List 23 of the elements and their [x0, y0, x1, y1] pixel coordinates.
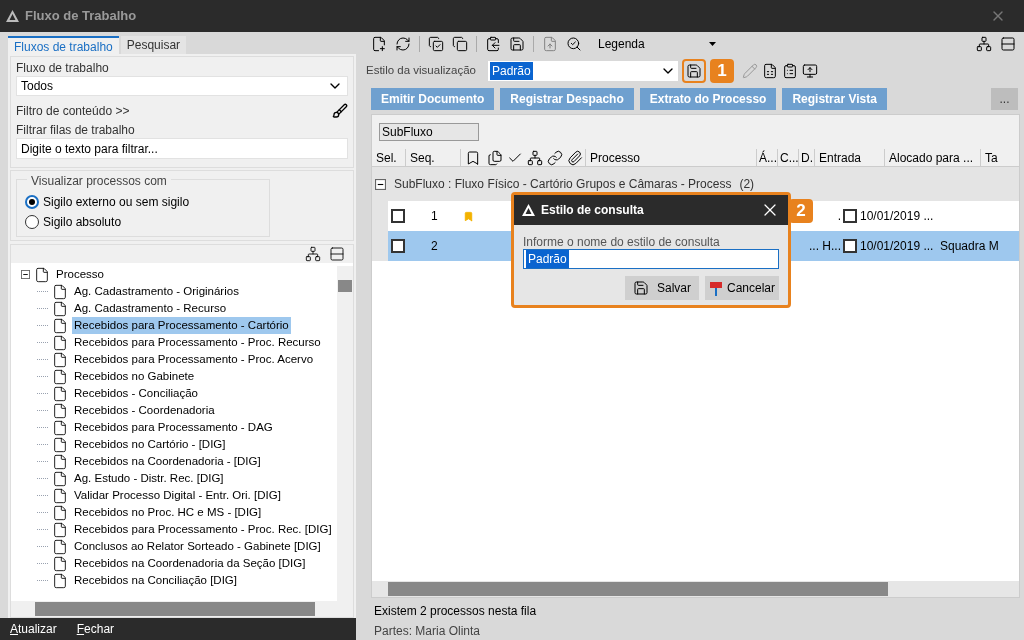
- status-text: Existem 2 processos nesta fila: [374, 603, 538, 620]
- table-cell-text: 2: [431, 238, 439, 255]
- table-cell-text: ... H...: [808, 238, 841, 255]
- table-cell-text: Squadra M: [940, 238, 999, 255]
- radio-label: Sigilo absoluto: [43, 214, 122, 231]
- table-cell-text: .: [836, 208, 841, 225]
- window-title: Fluxo de Trabalho: [25, 7, 137, 26]
- selected-text: Padrão: [526, 250, 569, 268]
- radio-label: Sigilo externo ou sem sigilo: [43, 194, 190, 211]
- group-row-label: SubFluxo : Fluxo Físico - Cartório Grupos e Câmaras - Process: [394, 176, 732, 193]
- field-label: Estilo da visualização: [366, 63, 477, 79]
- field-label: Filtrar filas de trabalho: [16, 123, 136, 138]
- field-label: Informe o nome do estilo de consulta: [523, 235, 721, 249]
- table-cell-text: 10/01/2019 ...: [860, 238, 932, 255]
- parties-text: Partes: Maria Olinta: [374, 623, 482, 640]
- table-cell-text: 1: [431, 208, 439, 225]
- selected-text: Padrão: [490, 62, 533, 80]
- callout-number: 1: [710, 59, 734, 83]
- dialog-title: Estilo de consulta: [541, 202, 644, 219]
- table-cell-text: 10/01/2019 ...: [860, 208, 932, 225]
- group-count: (2): [739, 176, 755, 193]
- field-label: Fluxo de trabalho: [16, 61, 110, 76]
- callout-number: 2: [789, 199, 813, 223]
